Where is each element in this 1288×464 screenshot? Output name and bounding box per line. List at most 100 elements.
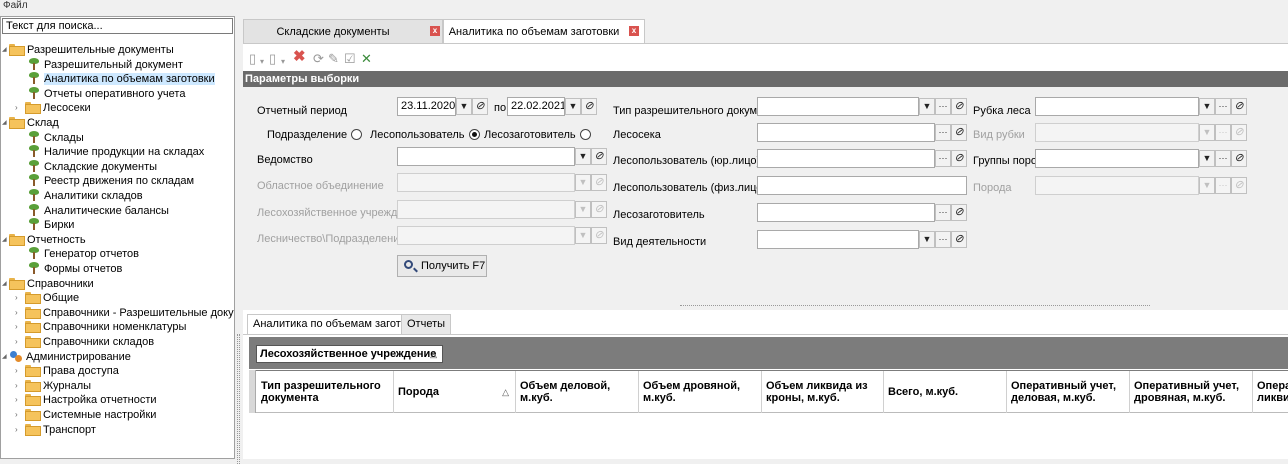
tree-item[interactable]: › Лесосеки [15,101,91,115]
sort-icon[interactable]: △ [430,346,437,362]
chevron-right-icon[interactable]: › [15,408,23,422]
ellipsis-icon[interactable]: ··· [1215,98,1231,115]
checkbox-icon[interactable]: ☑ [344,52,356,66]
horizontal-splitter[interactable] [243,302,1288,310]
get-button[interactable]: Получить F7 [397,255,487,277]
pencil-icon[interactable]: ⊘ [951,231,967,248]
pencil-icon[interactable]: ⊘ [581,98,597,115]
search-input[interactable]: Текст для поиска... [2,18,233,34]
chevron-right-icon[interactable]: › [15,335,23,349]
chevron-down-icon[interactable]: ▼ [919,231,935,248]
chevron-right-icon[interactable]: › [15,393,23,407]
chevron-down-icon[interactable]: ▼ [456,98,472,115]
gruppy-porod-field[interactable] [1035,149,1199,168]
date-from-field[interactable]: 23.11.2020 [397,97,456,116]
close-icon[interactable]: x [629,26,639,36]
rubka-field[interactable] [1035,97,1199,116]
pencil-icon[interactable]: ✎ [328,52,339,66]
pencil-icon[interactable]: ⊘ [951,150,967,167]
radio-podrazdelenie[interactable]: Подразделение [267,128,363,142]
excel-icon[interactable]: ✕ [361,52,372,66]
date-to-field[interactable]: 22.02.2021 [507,97,565,116]
ellipsis-icon[interactable]: ··· [935,150,951,167]
ellipsis-icon[interactable]: ··· [935,204,951,221]
col-poroda[interactable]: Порода △ [394,371,516,413]
tree-item[interactable]: Аналитические балансы [19,203,169,218]
edit-doc-icon[interactable]: ▯ [269,52,276,66]
tree-item[interactable]: Склад ◢ [2,116,59,130]
col-obem-delovoy[interactable]: Объем деловой, м.куб. [516,371,639,413]
chevron-right-icon[interactable]: › [15,379,23,393]
col-tip-doc[interactable]: Тип разрешительного документа [257,371,394,413]
expand-icon[interactable]: ◢ [2,233,10,247]
menu-file[interactable]: Файл [3,0,28,12]
tree-item[interactable]: Отчеты оперативного учета [19,86,185,101]
vid-deyat-field[interactable] [757,230,919,249]
tree-item[interactable]: Аналитики складов [19,189,143,203]
ellipsis-icon[interactable]: ··· [935,231,951,248]
tree-item[interactable]: Бирки [19,218,74,232]
panel-splitter[interactable] [235,16,242,464]
col-obem-likvida[interactable]: Объем ликвида из кроны, м.куб. [762,371,884,413]
tree-item[interactable]: › Справочники номенклатуры [15,320,186,334]
tree-item[interactable]: Генератор отчетов [19,247,139,261]
radio-lesozagotovitel[interactable]: Лесозаготовитель [484,128,591,142]
vedomstvo-field[interactable] [397,147,575,166]
tree-item[interactable]: › Общие [15,291,79,305]
expand-icon[interactable]: ◢ [2,277,10,291]
chevron-right-icon[interactable]: › [15,306,23,320]
expand-icon[interactable]: ◢ [2,116,10,130]
tree-item[interactable]: › Журналы [15,379,91,393]
tree-item[interactable]: Реестр движения по складам [19,174,194,188]
pencil-icon[interactable]: ⊘ [951,124,967,141]
tip-doc-field[interactable] [757,97,919,116]
lesopolz-fiz-field[interactable] [757,176,967,195]
pencil-icon[interactable]: ⊘ [1231,150,1247,167]
tab-otchety[interactable]: Отчеты [401,314,452,334]
radio-button-selected[interactable] [468,129,480,140]
expand-icon[interactable]: ◢ [2,350,10,364]
radio-button[interactable] [579,129,591,140]
chevron-right-icon[interactable]: › [15,101,23,115]
chevron-right-icon[interactable]: › [15,320,23,334]
tree-item[interactable]: › Справочники - Разрешительные документы [15,306,234,320]
tree-item[interactable]: Аналитика по объемам заготовки [19,72,215,86]
chevron-down-icon[interactable]: ▾ [281,55,285,69]
tree-item[interactable]: Администрирование ◢ [2,350,131,364]
pencil-icon[interactable]: ⊘ [1231,98,1247,115]
tree-item[interactable]: › Системные настройки [15,408,156,422]
lesoseka-field[interactable] [757,123,935,142]
sort-icon[interactable]: △ [502,386,509,398]
tree-item[interactable]: Справочники ◢ [2,277,94,291]
chevron-down-icon[interactable]: ▼ [1199,98,1215,115]
delete-icon[interactable]: ✖ [293,49,306,64]
tree-item[interactable]: Склады [19,130,84,145]
col-oper-drovyanaya[interactable]: Оперативный учет, дровяная, м.куб. [1130,371,1253,413]
tab-sklad-docs[interactable]: Складские документы x [243,19,443,43]
tree-item[interactable]: Отчетность ◢ [2,233,86,247]
pencil-icon[interactable]: ⊘ [951,204,967,221]
chevron-down-icon[interactable]: ▼ [919,98,935,115]
tree-item[interactable]: › Настройка отчетности [15,393,157,407]
pencil-icon[interactable]: ⊘ [591,148,607,165]
splitter-grip[interactable] [237,334,240,464]
group-chip[interactable]: Лесохозяйственное учреждение △ [256,345,443,363]
tree-item[interactable]: Разрешительные документы ◢ [2,43,174,57]
col-vsego[interactable]: Всего, м.куб. [884,371,1007,413]
chevron-right-icon[interactable]: › [15,291,23,305]
refresh-icon[interactable]: ⟳ [313,52,324,66]
chevron-down-icon[interactable]: ▼ [1199,150,1215,167]
tab-analitika[interactable]: Аналитика по объемам заготовки x [443,19,645,44]
expand-icon[interactable]: ◢ [2,43,10,57]
tree-item[interactable]: Формы отчетов [19,262,122,276]
radio-lesopolzovatel[interactable]: Лесопользователь [370,128,480,142]
chevron-down-icon[interactable]: ▼ [565,98,581,115]
pencil-icon[interactable]: ⊘ [951,98,967,115]
ellipsis-icon[interactable]: ··· [935,124,951,141]
ellipsis-icon[interactable]: ··· [1215,150,1231,167]
chevron-right-icon[interactable]: › [15,423,23,437]
chevron-down-icon[interactable]: ▾ [260,55,264,69]
col-obem-drovyanoy[interactable]: Объем дровяной, м.куб. [639,371,762,413]
tree-item[interactable]: › Транспорт [15,423,96,437]
chevron-right-icon[interactable]: › [15,364,23,378]
